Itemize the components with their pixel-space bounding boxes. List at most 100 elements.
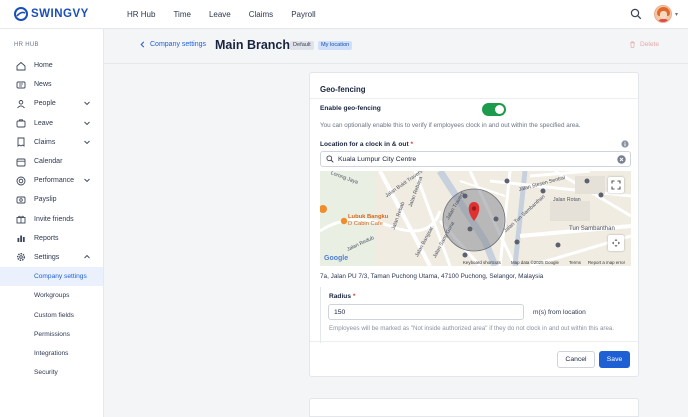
sidebar-subitem-label: Company settings	[34, 273, 87, 281]
gear-icon	[17, 253, 25, 262]
radius-label: Radius *	[329, 293, 356, 300]
sidebar-subitem-company-settings[interactable]: Company settings	[0, 267, 103, 287]
sidebar-item-payslip[interactable]: Payslip	[0, 190, 103, 209]
fullscreen-icon	[611, 180, 621, 190]
sidebar-item-label: Calendar	[34, 158, 63, 166]
location-search-input[interactable]: Kuala Lumpur City Centre	[320, 151, 631, 167]
cancel-button[interactable]: Cancel	[557, 351, 595, 368]
chevron-down-icon[interactable]: ▾	[675, 11, 678, 18]
sidebar-subitem-integrations[interactable]: Integrations	[0, 344, 103, 363]
delete-button[interactable]: Delete	[629, 41, 659, 48]
sidebar-subitem-workgroups[interactable]: Workgroups	[0, 286, 103, 305]
sidebar-subitem-security[interactable]: Security	[0, 363, 103, 382]
topnav-time[interactable]: Time	[173, 10, 190, 19]
location-label: Location for a clock in & out *	[320, 141, 414, 148]
reports-icon	[17, 235, 25, 243]
sidebar-item-label: People	[34, 100, 56, 108]
sidebar-subitem-label: Workgroups	[34, 292, 70, 300]
topnav-claims[interactable]: Claims	[249, 10, 273, 19]
sidebar-subitem-label: Custom fields	[34, 311, 74, 319]
sidebar-item-claims[interactable]: Claims	[0, 133, 103, 152]
move-icon	[612, 239, 620, 247]
map-poi-label: Lubuk Bangku	[348, 214, 389, 220]
enable-geofencing-help: You can optionally enable this to verify…	[320, 122, 581, 129]
map-recenter-button[interactable]	[608, 235, 624, 251]
sidebar-section-title: HR HUB	[14, 42, 39, 48]
resolved-address: 7a, Jalan PU 7/3, Taman Puchong Utama, 4…	[320, 273, 544, 280]
sidebar-item-leave[interactable]: Leave	[0, 114, 103, 133]
swingvy-logo[interactable]: SWINGVY	[14, 7, 114, 21]
card-footer-divider	[310, 341, 640, 342]
sidebar-item-label: Settings	[34, 253, 60, 261]
sidebar-item-label: Home	[34, 62, 53, 70]
clear-icon[interactable]	[617, 155, 626, 164]
briefcase-icon	[16, 119, 26, 128]
top-bar: SWINGVY HR Hub Time Leave Claims Payroll…	[0, 0, 688, 29]
sidebar-item-label: Invite friends	[34, 215, 74, 223]
trash-icon	[630, 41, 635, 48]
breadcrumb-back[interactable]: Company settings	[139, 41, 206, 48]
sidebar-subitem-permissions[interactable]: Permissions	[0, 325, 103, 344]
topnav-leave[interactable]: Leave	[209, 10, 231, 19]
info-icon[interactable]	[621, 140, 629, 148]
header-divider	[104, 63, 688, 64]
enable-geofencing-toggle[interactable]	[482, 103, 506, 116]
next-card	[309, 398, 639, 417]
sidebar-item-label: Leave	[34, 119, 54, 127]
topnav-payroll[interactable]: Payroll	[291, 10, 315, 19]
sidebar-item-home[interactable]: Home	[0, 56, 103, 75]
map-report-error-link[interactable]: Report a map error	[588, 260, 625, 265]
sidebar-item-reports[interactable]: Reports	[0, 229, 103, 248]
sidebar-item-label: Performance	[34, 177, 75, 185]
chevron-up-icon	[84, 254, 90, 259]
toggle-knob	[495, 105, 504, 114]
default-badge: Default	[290, 41, 314, 50]
chevron-down-icon	[84, 140, 90, 144]
news-icon	[16, 81, 26, 89]
breadcrumb-label: Company settings	[150, 41, 207, 48]
chevron-down-icon	[84, 178, 90, 183]
chevron-left-icon	[140, 41, 145, 48]
sidebar-item-news[interactable]: News	[0, 75, 103, 94]
radius-unit: m(s) from location	[533, 309, 586, 316]
map-street-label: Jalan Rotan	[553, 197, 581, 203]
sidebar-item-invite-friends[interactable]: Invite friends	[0, 210, 103, 229]
receipt-icon	[17, 137, 25, 148]
search-icon	[326, 155, 334, 163]
radius-help: Employees will be marked as "Not inside …	[329, 325, 615, 332]
target-icon	[16, 176, 26, 186]
location-search-value: Kuala Lumpur City Centre	[338, 155, 417, 163]
save-button[interactable]: Save	[599, 351, 630, 368]
logo-mark-icon	[14, 7, 28, 21]
sidebar-item-label: News	[34, 81, 52, 89]
top-right-controls: ▾	[630, 5, 678, 23]
required-marker: *	[410, 141, 414, 148]
sidebar-subitem-label: Integrations	[34, 349, 69, 357]
map-poi-sublabel: D Cabin Cafe	[348, 221, 383, 227]
sidebar-item-settings[interactable]: Settings	[0, 248, 103, 267]
sidebar-subitem-label: Security	[34, 369, 58, 377]
radius-input[interactable]: 150	[328, 304, 524, 320]
payslip-icon	[16, 196, 26, 204]
sidebar-item-calendar[interactable]: Calendar	[0, 152, 103, 171]
enable-geofencing-label: Enable geo-fencing	[320, 105, 381, 112]
chevron-down-icon	[84, 102, 90, 106]
sidebar-item-performance[interactable]: Performance	[0, 171, 103, 190]
sidebar-subitem-label: Permissions	[34, 330, 70, 338]
radius-value: 150	[334, 308, 346, 316]
sidebar-subitem-custom-fields[interactable]: Custom fields	[0, 305, 103, 324]
map-terms-link[interactable]: Terms	[569, 260, 581, 265]
user-avatar[interactable]	[653, 5, 672, 23]
map-fullscreen-button[interactable]	[608, 177, 624, 193]
sidebar-item-people[interactable]: People	[0, 94, 103, 113]
home-icon	[16, 61, 26, 71]
location-map[interactable]: Jalan Bukit Travers Jalan Travers Jalan …	[320, 171, 631, 266]
map-keyboard-shortcuts[interactable]: Keyboard shortcuts	[463, 260, 501, 265]
google-logo: Google	[324, 255, 349, 262]
chevron-down-icon	[84, 121, 90, 125]
my-location-badge: My location	[318, 41, 353, 50]
search-icon[interactable]	[630, 8, 642, 20]
topnav-hr-hub[interactable]: HR Hub	[127, 10, 155, 19]
top-nav: HR Hub Time Leave Claims Payroll	[127, 10, 334, 19]
geofencing-title: Geo-fencing	[320, 85, 366, 94]
